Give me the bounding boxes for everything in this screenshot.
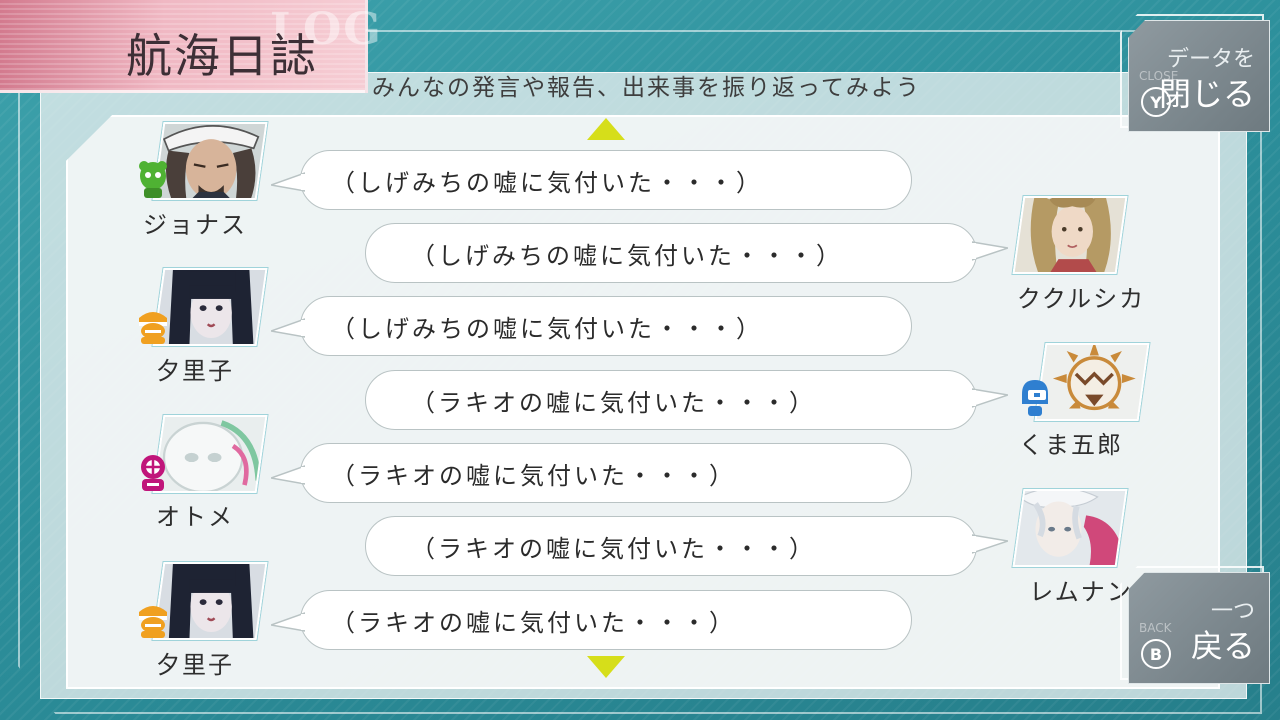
speaker-icon-kukrushka — [996, 196, 1128, 274]
speaker-icon-kumagoro — [1018, 343, 1150, 421]
speaker-name: くま五郎 — [1019, 431, 1123, 459]
speaker-name: ククルシカ — [1016, 285, 1146, 313]
speaker-icon-jonas — [136, 122, 268, 200]
dialogue-text: （ラキオの嘘に気付いた・・・） — [331, 461, 736, 490]
speaker-icon-otome — [136, 415, 268, 493]
dialogue-bubble: （ラキオの嘘に気付いた・・・） — [271, 443, 912, 503]
close-button-label-2: 閉じる — [1158, 75, 1255, 113]
speaker-name: 夕里子 — [156, 357, 234, 385]
scroll-up-arrow-icon[interactable] — [587, 118, 625, 140]
dialogue-text: （ラキオの嘘に気付いた・・・） — [411, 388, 816, 417]
dialogue-bubble: （ラキオの嘘に気付いた・・・） — [365, 370, 1008, 430]
dialogue-text: （ラキオの嘘に気付いた・・・） — [411, 534, 816, 563]
back-button-label-2: 戻る — [1190, 627, 1255, 665]
close-data-button[interactable]: CLOSE データを 閉じる Y — [1128, 20, 1270, 132]
speaker-icon-yuriko — [136, 562, 268, 640]
dialogue-bubble: （しげみちの嘘に気付いた・・・） — [271, 296, 912, 356]
dialogue-text: （しげみちの嘘に気付いた・・・） — [411, 241, 843, 270]
orange-crewmate-icon — [136, 306, 170, 344]
speaker-icon-yuriko — [136, 268, 268, 346]
dialogue-text: （しげみちの嘘に気付いた・・・） — [331, 168, 763, 197]
back-button[interactable]: BACK 一つ 戻る B — [1128, 572, 1270, 684]
orange-crewmate-icon — [136, 600, 170, 638]
magenta-diver-icon — [136, 453, 170, 491]
dialogue-text: （しげみちの嘘に気付いた・・・） — [331, 314, 763, 343]
speaker-icon-remnan — [996, 489, 1128, 567]
page-title: 航海日誌 — [126, 29, 318, 83]
back-ghost-text: BACK — [1139, 621, 1172, 635]
title-tab: LOG 航海日誌 — [0, 0, 381, 93]
portrait-remnan — [1012, 489, 1128, 567]
green-alien-icon — [136, 160, 170, 198]
speaker-name: オトメ — [156, 503, 234, 531]
scroll-down-arrow-icon[interactable] — [587, 656, 625, 678]
portrait-kukrushka — [1012, 196, 1128, 274]
speaker-name: 夕里子 — [156, 651, 234, 679]
dialogue-bubble: （しげみちの嘘に気付いた・・・） — [365, 223, 1008, 283]
b-key-icon: B — [1141, 639, 1171, 669]
dialogue-text: （ラキオの嘘に気付いた・・・） — [331, 608, 736, 637]
y-key-icon: Y — [1141, 87, 1171, 117]
blue-robot-icon — [1018, 378, 1052, 416]
page-subtitle: みんなの発言や報告、出来事を振り返ってみよう — [372, 75, 921, 101]
dialogue-bubble: （しげみちの嘘に気付いた・・・） — [271, 150, 912, 210]
dialogue-bubble: （ラキオの嘘に気付いた・・・） — [271, 590, 912, 650]
dialogue-bubble: （ラキオの嘘に気付いた・・・） — [365, 516, 1008, 576]
speaker-name: ジョナス — [143, 211, 247, 239]
